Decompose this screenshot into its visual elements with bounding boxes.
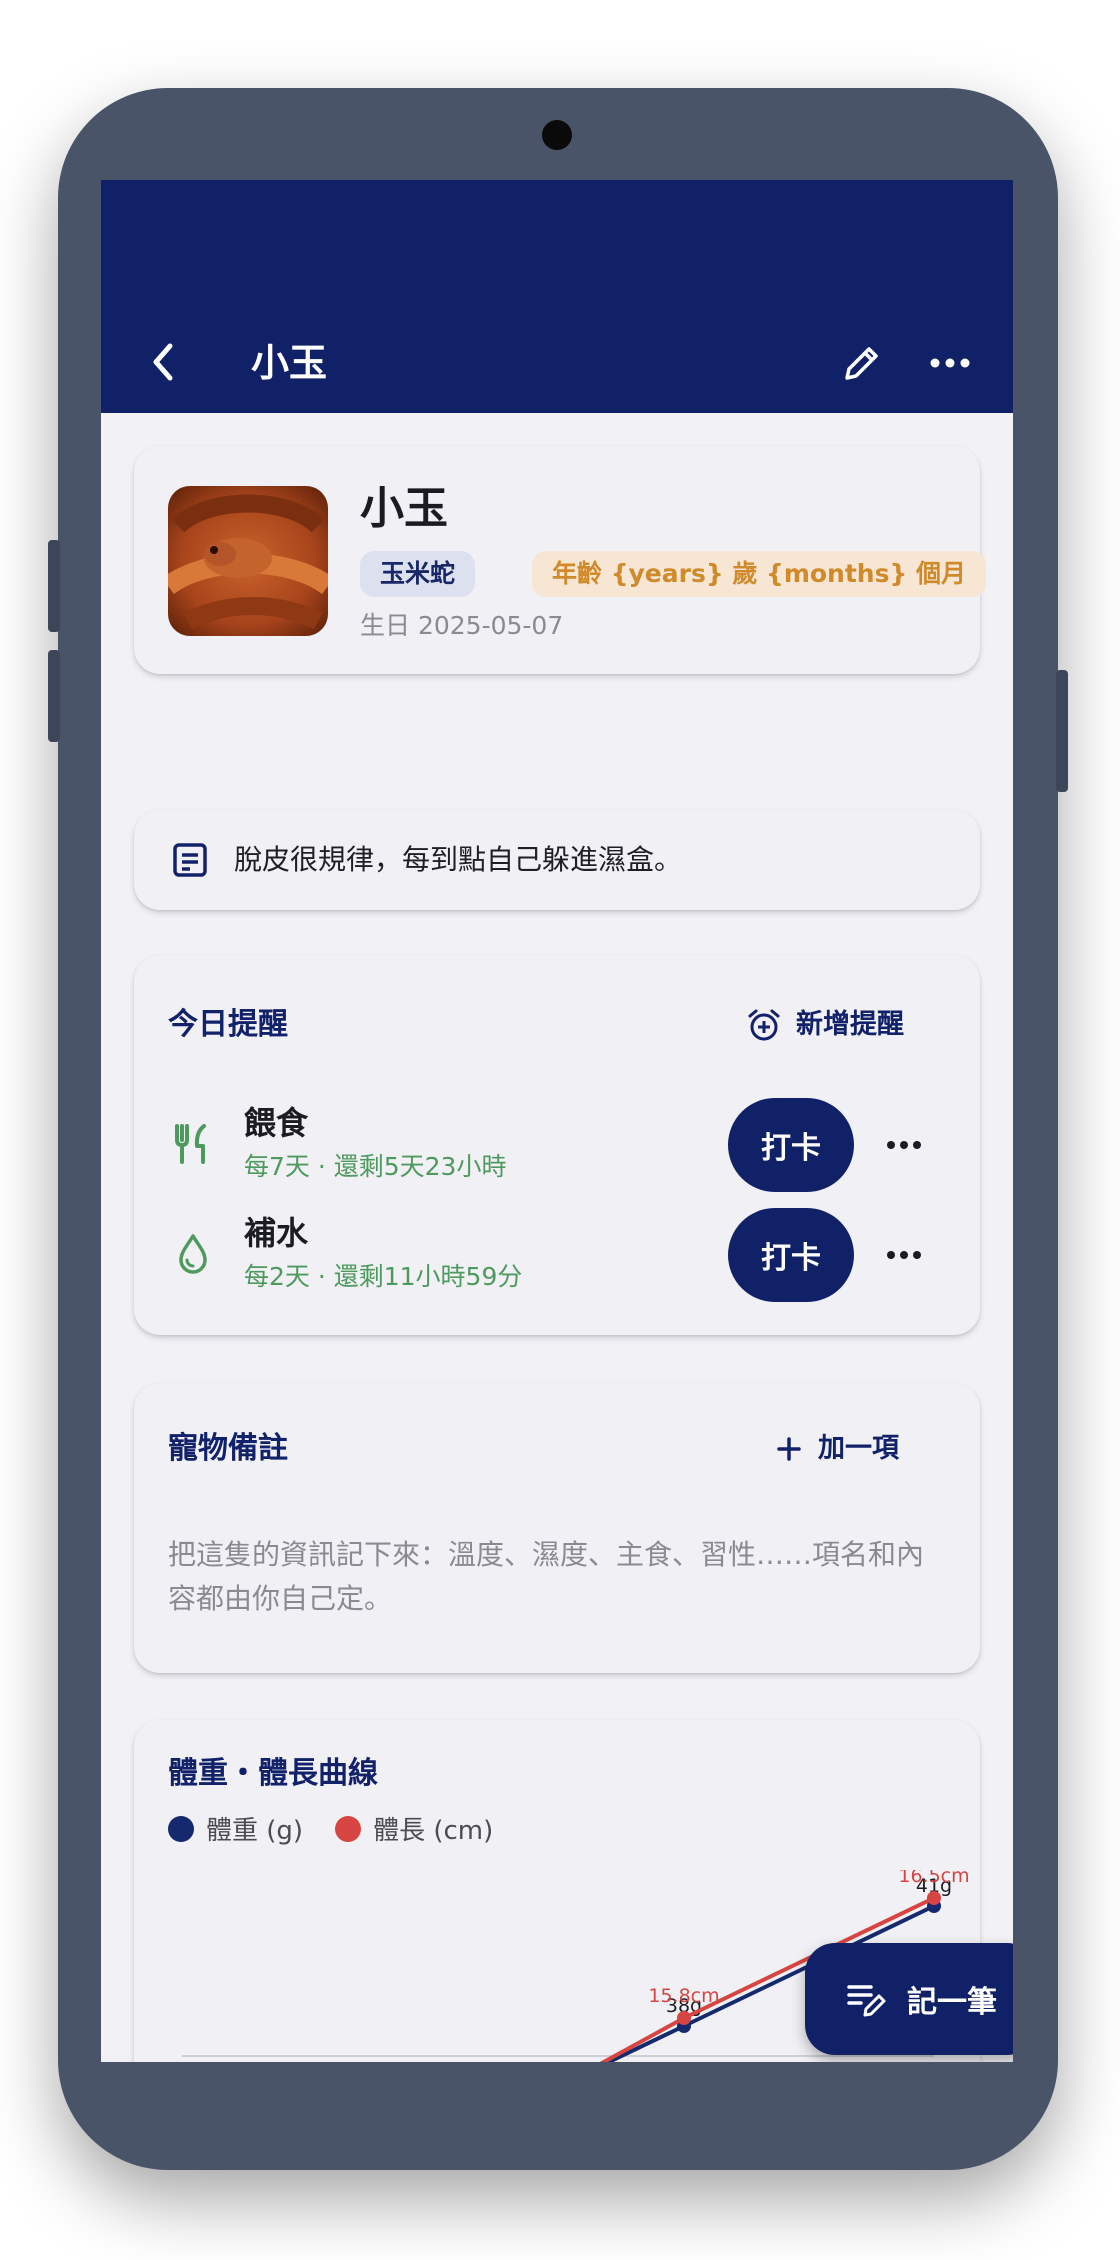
front-camera (542, 120, 572, 150)
today-reminders-card: 今日提醒 新增提醒 餵食 每7天 · 還剩5天23小時 打卡 補水 每2天 · … (134, 955, 980, 1335)
chart-legend: 體重 (g) 體長 (cm) (168, 1810, 525, 1847)
reminder-detail: 每2天 · 還剩11小時59分 (244, 1262, 523, 1291)
reminder-row-water: 補水 每2天 · 還剩11小時59分 打卡 (134, 1208, 980, 1308)
birthday-text: 生日 2025-05-07 (360, 611, 564, 640)
add-record-fab[interactable]: 記一筆 (805, 1943, 1013, 2055)
reminder-name: 補水 (244, 1214, 309, 1252)
note-card[interactable]: 脫皮很規律，每到點自己躲進濕盒。 (134, 810, 980, 910)
chevron-left-icon (153, 343, 173, 381)
legend-label: 體重 (g) (206, 1816, 304, 1846)
pencil-icon (845, 347, 878, 380)
add-reminder-button[interactable]: 新增提醒 (746, 1005, 904, 1045)
power-button (1056, 670, 1068, 792)
chart-title: 體重・體長曲線 (168, 1756, 378, 1791)
fab-label: 記一筆 (907, 1985, 997, 2020)
edit-note-icon (847, 1985, 886, 2017)
reminder-row-feeding: 餵食 每7天 · 還剩5天23小時 打卡 (134, 1098, 980, 1198)
water-drop-icon (179, 1234, 207, 1274)
note-text: 脫皮很規律，每到點自己躲進濕盒。 (234, 843, 683, 876)
plus-icon (777, 1437, 801, 1461)
legend-swatch-weight (168, 1815, 194, 1842)
add-item-label: 加一項 (818, 1433, 899, 1464)
species-chip: 玉米蛇 (360, 551, 476, 597)
pet-notes-hint: 把這隻的資訊記下來：溫度、濕度、主食、習性……項名和內容都由你自己定。 (168, 1538, 925, 1615)
volume-down-button (48, 650, 60, 742)
check-in-button-water[interactable]: 打卡 (728, 1208, 854, 1302)
pet-notes-title: 寵物備註 (168, 1431, 288, 1466)
add-item-button[interactable]: 加一項 (774, 1429, 899, 1469)
legend-label: 體長 (cm) (373, 1816, 494, 1846)
edit-button[interactable] (839, 340, 885, 386)
reminder-name: 餵食 (244, 1104, 309, 1142)
legend-swatch-length (335, 1815, 362, 1842)
more-horizontal-icon (930, 358, 970, 368)
phone-frame: 小玉 小玉 玉米蛇 年齡 {years} 歲 {months} 個月 生日 20… (48, 88, 1068, 2170)
volume-up-button (48, 540, 60, 632)
age-chip: 年齡 {years} 歲 {months} 個月 (532, 551, 986, 597)
utensils-icon (175, 1124, 206, 1164)
note-icon (173, 843, 207, 877)
alarm-add-icon (748, 1009, 780, 1041)
pet-profile-card: 小玉 玉米蛇 年齡 {years} 歲 {months} 個月 生日 2025-… (134, 446, 986, 674)
length-point (927, 1891, 941, 1905)
check-in-button-feeding[interactable]: 打卡 (728, 1098, 854, 1192)
length-data-label: 15.8cm (648, 1985, 719, 2007)
pet-name: 小玉 (360, 483, 448, 534)
back-button[interactable] (141, 340, 185, 384)
add-reminder-label: 新增提醒 (796, 1009, 904, 1040)
more-horizontal-icon[interactable] (884, 1125, 924, 1165)
legend-item-length: 體長 (cm) (335, 1810, 493, 1847)
app-bar: 小玉 (101, 180, 1013, 413)
legend-item-weight: 體重 (g) (168, 1810, 303, 1847)
more-options-button[interactable] (927, 340, 973, 386)
reminders-title: 今日提醒 (168, 1007, 288, 1042)
pet-notes-card: 寵物備註 加一項 把這隻的資訊記下來：溫度、濕度、主食、習性……項名和內容都由你… (134, 1383, 980, 1673)
length-data-label: 16.5cm (898, 1870, 969, 1887)
page-title: 小玉 (251, 341, 328, 385)
more-horizontal-icon[interactable] (884, 1235, 924, 1275)
pet-avatar[interactable] (168, 486, 328, 636)
length-point (677, 2011, 691, 2025)
reminder-detail: 每7天 · 還剩5天23小時 (244, 1152, 507, 1181)
app-screen: 小玉 小玉 玉米蛇 年齡 {years} 歲 {months} 個月 生日 20… (101, 180, 1013, 2062)
